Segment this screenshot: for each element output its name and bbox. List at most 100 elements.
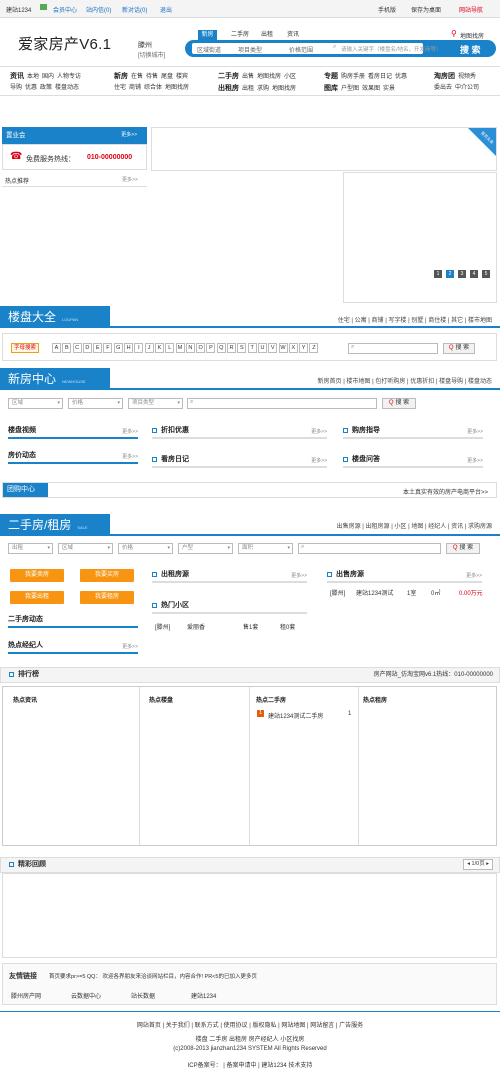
pager-item[interactable]: 3 [458, 270, 466, 278]
esf-search-button[interactable]: Q搜 索 [446, 543, 480, 554]
nav-group-title[interactable]: 淘房团 [434, 73, 455, 80]
nav-newhouse-title[interactable]: 新房 [114, 73, 128, 80]
letter-button[interactable]: F [103, 343, 113, 353]
letter-button[interactable]: K [154, 343, 164, 353]
friend-link[interactable]: 站长数据 [131, 991, 155, 1000]
logout-link[interactable]: 退出 [160, 5, 172, 14]
loupan-search-input[interactable]: ⌕ [348, 343, 438, 354]
rent-out-button[interactable]: 我要出租 [10, 591, 64, 604]
loupan-search-button[interactable]: Q搜 索 [443, 343, 475, 354]
nav-link[interactable]: 商铺 [129, 85, 141, 91]
nav-link[interactable]: 楼盘动态 [55, 85, 79, 91]
nh-search-button[interactable]: Q搜 索 [382, 398, 416, 409]
letter-button[interactable]: D [82, 343, 92, 353]
esf-region-select[interactable]: 区域 [58, 543, 113, 554]
letter-button[interactable]: J [144, 343, 154, 353]
nav-link[interactable]: 优惠 [395, 74, 407, 80]
letter-button[interactable]: Y [299, 343, 309, 353]
pager-item[interactable]: 1 [434, 270, 442, 278]
nav-link[interactable]: 住宅 [114, 85, 126, 91]
letter-button[interactable]: R [227, 343, 237, 353]
sale-title[interactable]: 建站1234测试 [356, 588, 393, 597]
letter-button[interactable]: B [62, 343, 72, 353]
more-link[interactable]: 更多>> [467, 455, 483, 467]
nav-link[interactable]: 地图找房 [165, 85, 189, 91]
esf-price-select[interactable]: 价格 [118, 543, 173, 554]
nav-link[interactable]: 本地 [27, 74, 39, 80]
nh-search-input[interactable]: ⌕ [187, 398, 377, 409]
letter-button[interactable]: H [124, 343, 134, 353]
nav-link[interactable]: 尾盘 [161, 74, 173, 80]
map-search-link[interactable]: 地图找房 [460, 31, 484, 40]
nav-link[interactable]: 政策 [40, 85, 52, 91]
search-input[interactable]: 请输入关键字（楼盘名/地名，开发商等） [341, 45, 442, 53]
member-center-link[interactable]: 会员中心 [53, 5, 77, 14]
xq-name[interactable]: 爱丽香 [187, 622, 205, 631]
letter-button[interactable]: N [185, 343, 195, 353]
letter-button[interactable]: C [72, 343, 82, 353]
nav-link[interactable]: 在售 [131, 74, 143, 80]
nav-topic-title[interactable]: 专题 [324, 73, 338, 80]
new-dialog-link[interactable]: 新对话(0) [122, 5, 147, 14]
switch-city-link[interactable]: [切换城市] [138, 50, 165, 59]
tab-newhouse[interactable]: 新房 [198, 30, 217, 40]
nav-link[interactable]: 优惠 [25, 85, 37, 91]
more-link[interactable]: 更多>> [122, 426, 138, 438]
nav-link[interactable]: 视频秀 [458, 74, 476, 80]
more-link[interactable]: 更多>> [311, 426, 327, 438]
nav-link[interactable]: 出售 [242, 74, 254, 80]
nav-link[interactable]: 小区 [284, 74, 296, 80]
nav-news-title[interactable]: 资讯 [10, 73, 24, 80]
esf-type-select[interactable]: 出租 [8, 543, 53, 554]
letter-button[interactable]: M [175, 343, 185, 353]
nav-link[interactable]: 户型图 [341, 86, 359, 92]
esf-area-select[interactable]: 面积 [238, 543, 293, 554]
nav-link[interactable]: 委出去 [434, 85, 452, 91]
pager-item[interactable]: 4 [470, 270, 478, 278]
mobile-link[interactable]: 手机版 [378, 5, 396, 14]
open-house-more[interactable]: 更多>> [121, 127, 137, 144]
nh-type-select[interactable]: 项目类型 [128, 398, 183, 409]
nav-link[interactable]: 待售 [146, 74, 158, 80]
nav-gallery-title[interactable]: 图库 [324, 85, 338, 92]
newhouse-links[interactable]: 新房首页 | 楼市地图 | 包打听购房 | 优惠折扣 | 楼盘导购 | 楼盘动态 [318, 376, 492, 385]
letter-button[interactable]: L [165, 343, 175, 353]
letter-button[interactable]: U [257, 343, 267, 353]
more-link[interactable]: 更多>> [467, 426, 483, 438]
letter-button[interactable]: P [206, 343, 216, 353]
tab-news[interactable]: 资讯 [284, 30, 302, 40]
pager-item[interactable]: 5 [482, 270, 490, 278]
site-nav-link[interactable]: 网站导航 [459, 5, 483, 14]
letter-button[interactable]: I [134, 343, 144, 353]
esf-search-input[interactable]: ⌕ [298, 543, 441, 554]
nav-link[interactable]: 效果图 [362, 86, 380, 92]
logo[interactable]: 爱家房产V6.1 [18, 33, 111, 54]
more-link[interactable]: 更多>> [466, 570, 482, 582]
review-pager[interactable]: ◂ 1/0页 ▸ [463, 859, 493, 870]
nav-link[interactable]: 楼宾 [176, 74, 188, 80]
letter-button[interactable]: O [196, 343, 206, 353]
region-select[interactable]: 区域街道 [197, 45, 221, 54]
nav-esf-title[interactable]: 二手房 [218, 73, 239, 80]
letter-button[interactable]: A [52, 343, 61, 353]
hot-rec-more[interactable]: 更多>> [122, 176, 138, 183]
rent-house-button[interactable]: 我要租房 [80, 591, 134, 604]
save-desktop-link[interactable]: 保存为桌面 [411, 5, 441, 14]
friend-link[interactable]: 滕州房产网 [11, 991, 41, 1000]
nav-link[interactable]: 出租 [242, 86, 254, 92]
rank-esf-item[interactable]: 建站1234测试二手房 [268, 711, 323, 720]
nav-link[interactable]: 地图找房 [272, 86, 296, 92]
group-buy-title[interactable]: 团购中心 [3, 483, 48, 497]
letter-button[interactable]: X [288, 343, 298, 353]
nav-link[interactable]: 综合体 [144, 85, 162, 91]
pager-item-active[interactable]: 2 [446, 270, 454, 278]
tab-esf[interactable]: 二手房 [228, 30, 252, 40]
nav-link[interactable]: 求购 [257, 86, 269, 92]
nav-rent-title[interactable]: 出租房 [218, 85, 239, 92]
letter-button[interactable]: V [268, 343, 278, 353]
tab-rent[interactable]: 出租 [258, 30, 276, 40]
letter-button[interactable]: Z [309, 343, 319, 353]
group-buy-link[interactable]: 本土真实有效的房产电商平台>> [403, 487, 488, 496]
search-button[interactable]: 搜 索 [460, 43, 481, 56]
nh-price-select[interactable]: 价格 [68, 398, 123, 409]
